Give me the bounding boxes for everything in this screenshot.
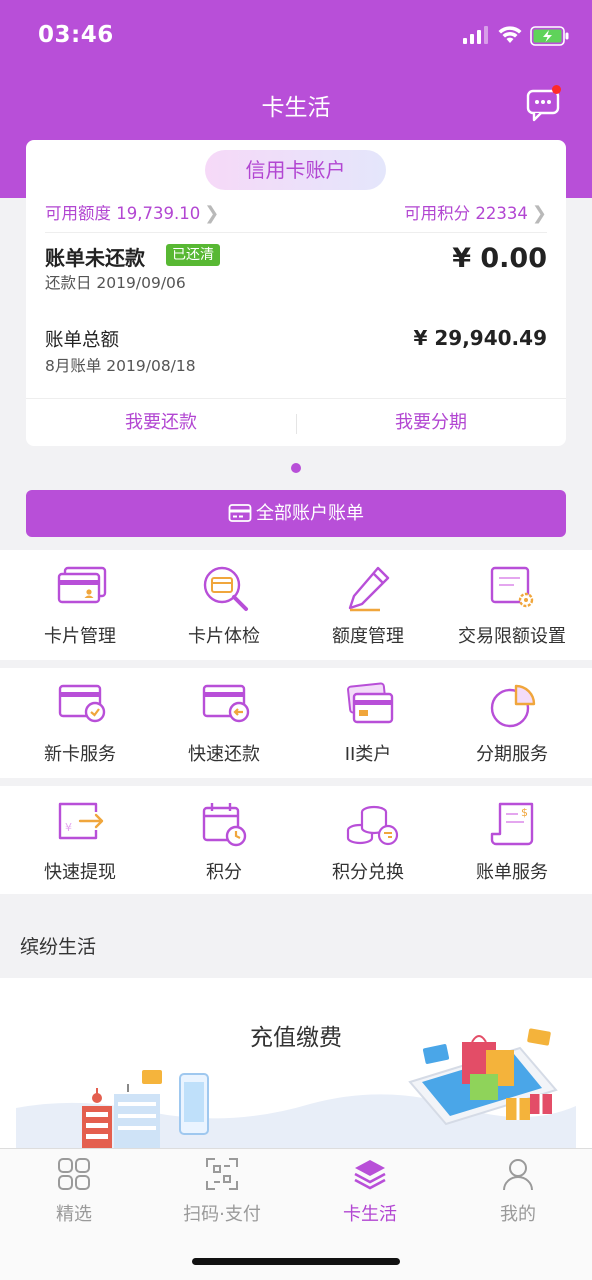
total-amount: ¥ 29,940.49 xyxy=(413,326,548,350)
tab-label: 精选 xyxy=(56,1204,92,1225)
tab-mine[interactable]: 我的 xyxy=(444,1149,592,1239)
status-badge: 已还清 xyxy=(166,244,220,266)
service-label: 卡片管理 xyxy=(44,626,116,647)
calendar-clock-icon xyxy=(202,803,247,847)
tab-scan-pay[interactable]: 扫码·支付 xyxy=(148,1149,296,1239)
card-check-icon xyxy=(203,566,248,611)
unpaid-amount: ¥ 0.00 xyxy=(452,243,547,274)
available-limit-link[interactable]: 可用额度 19,739.10 ❯ xyxy=(45,200,219,224)
tab-label: 卡生活 xyxy=(343,1204,397,1225)
divider xyxy=(26,398,566,399)
chevron-right-icon: ❯ xyxy=(531,203,547,224)
banner-illustration xyxy=(16,1028,576,1150)
service-row: 卡片管理 卡片体检 额度管理 交易限额设置 xyxy=(0,550,592,660)
all-bills-label: 全部账户账单 xyxy=(256,503,364,524)
recharge-banner[interactable]: 充值缴费 xyxy=(0,978,592,1150)
wifi-icon xyxy=(498,26,522,43)
service-row: 新卡服务 快速还款 II类户 分期服务 xyxy=(0,668,592,778)
person-icon xyxy=(503,1159,533,1191)
available-limit: 可用额度 19,739.10 xyxy=(45,204,201,223)
credit-card-account-card: 信用卡账户 可用额度 19,739.10 ❯ 可用积分 22334 ❯ 账单未还款 … xyxy=(26,140,566,446)
tab-card-life[interactable]: 卡生活 xyxy=(296,1149,444,1239)
bill-service-item[interactable]: $ 账单服务 xyxy=(438,786,586,896)
tab-label: 我的 xyxy=(500,1204,536,1225)
service-label: II类户 xyxy=(344,744,392,765)
limit-row: 可用额度 19,739.10 ❯ 可用积分 22334 ❯ xyxy=(45,200,547,226)
service-label: 分期服务 xyxy=(476,744,548,765)
installment-service-item[interactable]: 分期服务 xyxy=(438,668,586,778)
battery-icon xyxy=(530,26,569,46)
chevron-right-icon: ❯ xyxy=(204,203,220,224)
page-title: 卡生活 xyxy=(261,95,331,121)
quick-withdraw-item[interactable]: ¥ 快速提现 xyxy=(6,786,154,896)
home-indicator xyxy=(192,1258,400,1265)
quick-repay-icon xyxy=(202,684,250,723)
quick-repay-item[interactable]: 快速还款 xyxy=(150,668,298,778)
card-title: 信用卡账户 xyxy=(205,150,386,190)
service-label: 账单服务 xyxy=(476,862,548,883)
service-label: 卡片体检 xyxy=(188,626,260,647)
status-time: 03:46 xyxy=(38,22,114,48)
svg-text:¥: ¥ xyxy=(65,821,72,834)
due-date: 还款日 2019/09/06 xyxy=(45,274,186,292)
service-label: 新卡服务 xyxy=(44,744,116,765)
transaction-limit-item[interactable]: 交易限额设置 xyxy=(438,550,586,660)
available-points: 可用积分 22334 xyxy=(404,204,528,223)
all-bills-button[interactable]: 全部账户账单 xyxy=(26,490,566,537)
new-card-icon xyxy=(58,684,106,723)
repay-button[interactable]: 我要还款 xyxy=(26,408,296,438)
status-bar: 03:46 xyxy=(0,0,592,72)
bill-icon: $ xyxy=(490,802,534,846)
available-points-link[interactable]: 可用积分 22334 ❯ xyxy=(404,200,547,224)
unpaid-label: 账单未还款 xyxy=(45,246,145,270)
scan-icon xyxy=(206,1158,238,1190)
limit-management-item[interactable]: 额度管理 xyxy=(294,550,442,660)
service-label: 交易限额设置 xyxy=(458,626,566,647)
divider xyxy=(45,232,547,233)
notification-dot xyxy=(552,85,561,94)
total-label: 账单总额 xyxy=(45,330,120,351)
service-label: 快速提现 xyxy=(44,862,116,883)
layers-icon xyxy=(354,1160,386,1190)
withdraw-icon: ¥ xyxy=(58,802,104,840)
grid-icon xyxy=(58,1158,90,1190)
bill-date: 8月账单 2019/08/18 xyxy=(45,357,196,375)
service-row: ¥ 快速提现 积分 积分兑换 $ 账单服务 xyxy=(0,786,592,896)
svg-text:$: $ xyxy=(521,806,528,819)
pie-chart-icon xyxy=(490,684,536,728)
card-manage-icon xyxy=(57,566,107,604)
card-icon xyxy=(228,504,252,522)
card-management-item[interactable]: 卡片管理 xyxy=(6,550,154,660)
section-title: 缤纷生活 xyxy=(20,936,97,958)
new-card-service-item[interactable]: 新卡服务 xyxy=(6,668,154,778)
pencil-icon xyxy=(348,566,390,612)
signal-icon xyxy=(463,26,488,44)
service-label: 额度管理 xyxy=(332,626,404,647)
settings-doc-icon xyxy=(490,566,534,608)
coins-exchange-icon xyxy=(346,805,399,846)
stacked-cards-icon xyxy=(347,682,394,724)
installment-button[interactable]: 我要分期 xyxy=(296,408,566,438)
service-label: 积分兑换 xyxy=(332,862,404,883)
section-header: 缤纷生活 xyxy=(0,894,592,978)
page-indicator-dot xyxy=(291,463,301,473)
tab-featured[interactable]: 精选 xyxy=(0,1149,148,1239)
class-ii-account-item[interactable]: II类户 xyxy=(294,668,442,778)
points-exchange-item[interactable]: 积分兑换 xyxy=(294,786,442,896)
tab-label: 扫码·支付 xyxy=(183,1204,261,1225)
service-label: 积分 xyxy=(206,862,242,883)
card-check-item[interactable]: 卡片体检 xyxy=(150,550,298,660)
service-label: 快速还款 xyxy=(188,744,260,765)
points-item[interactable]: 积分 xyxy=(150,786,298,896)
